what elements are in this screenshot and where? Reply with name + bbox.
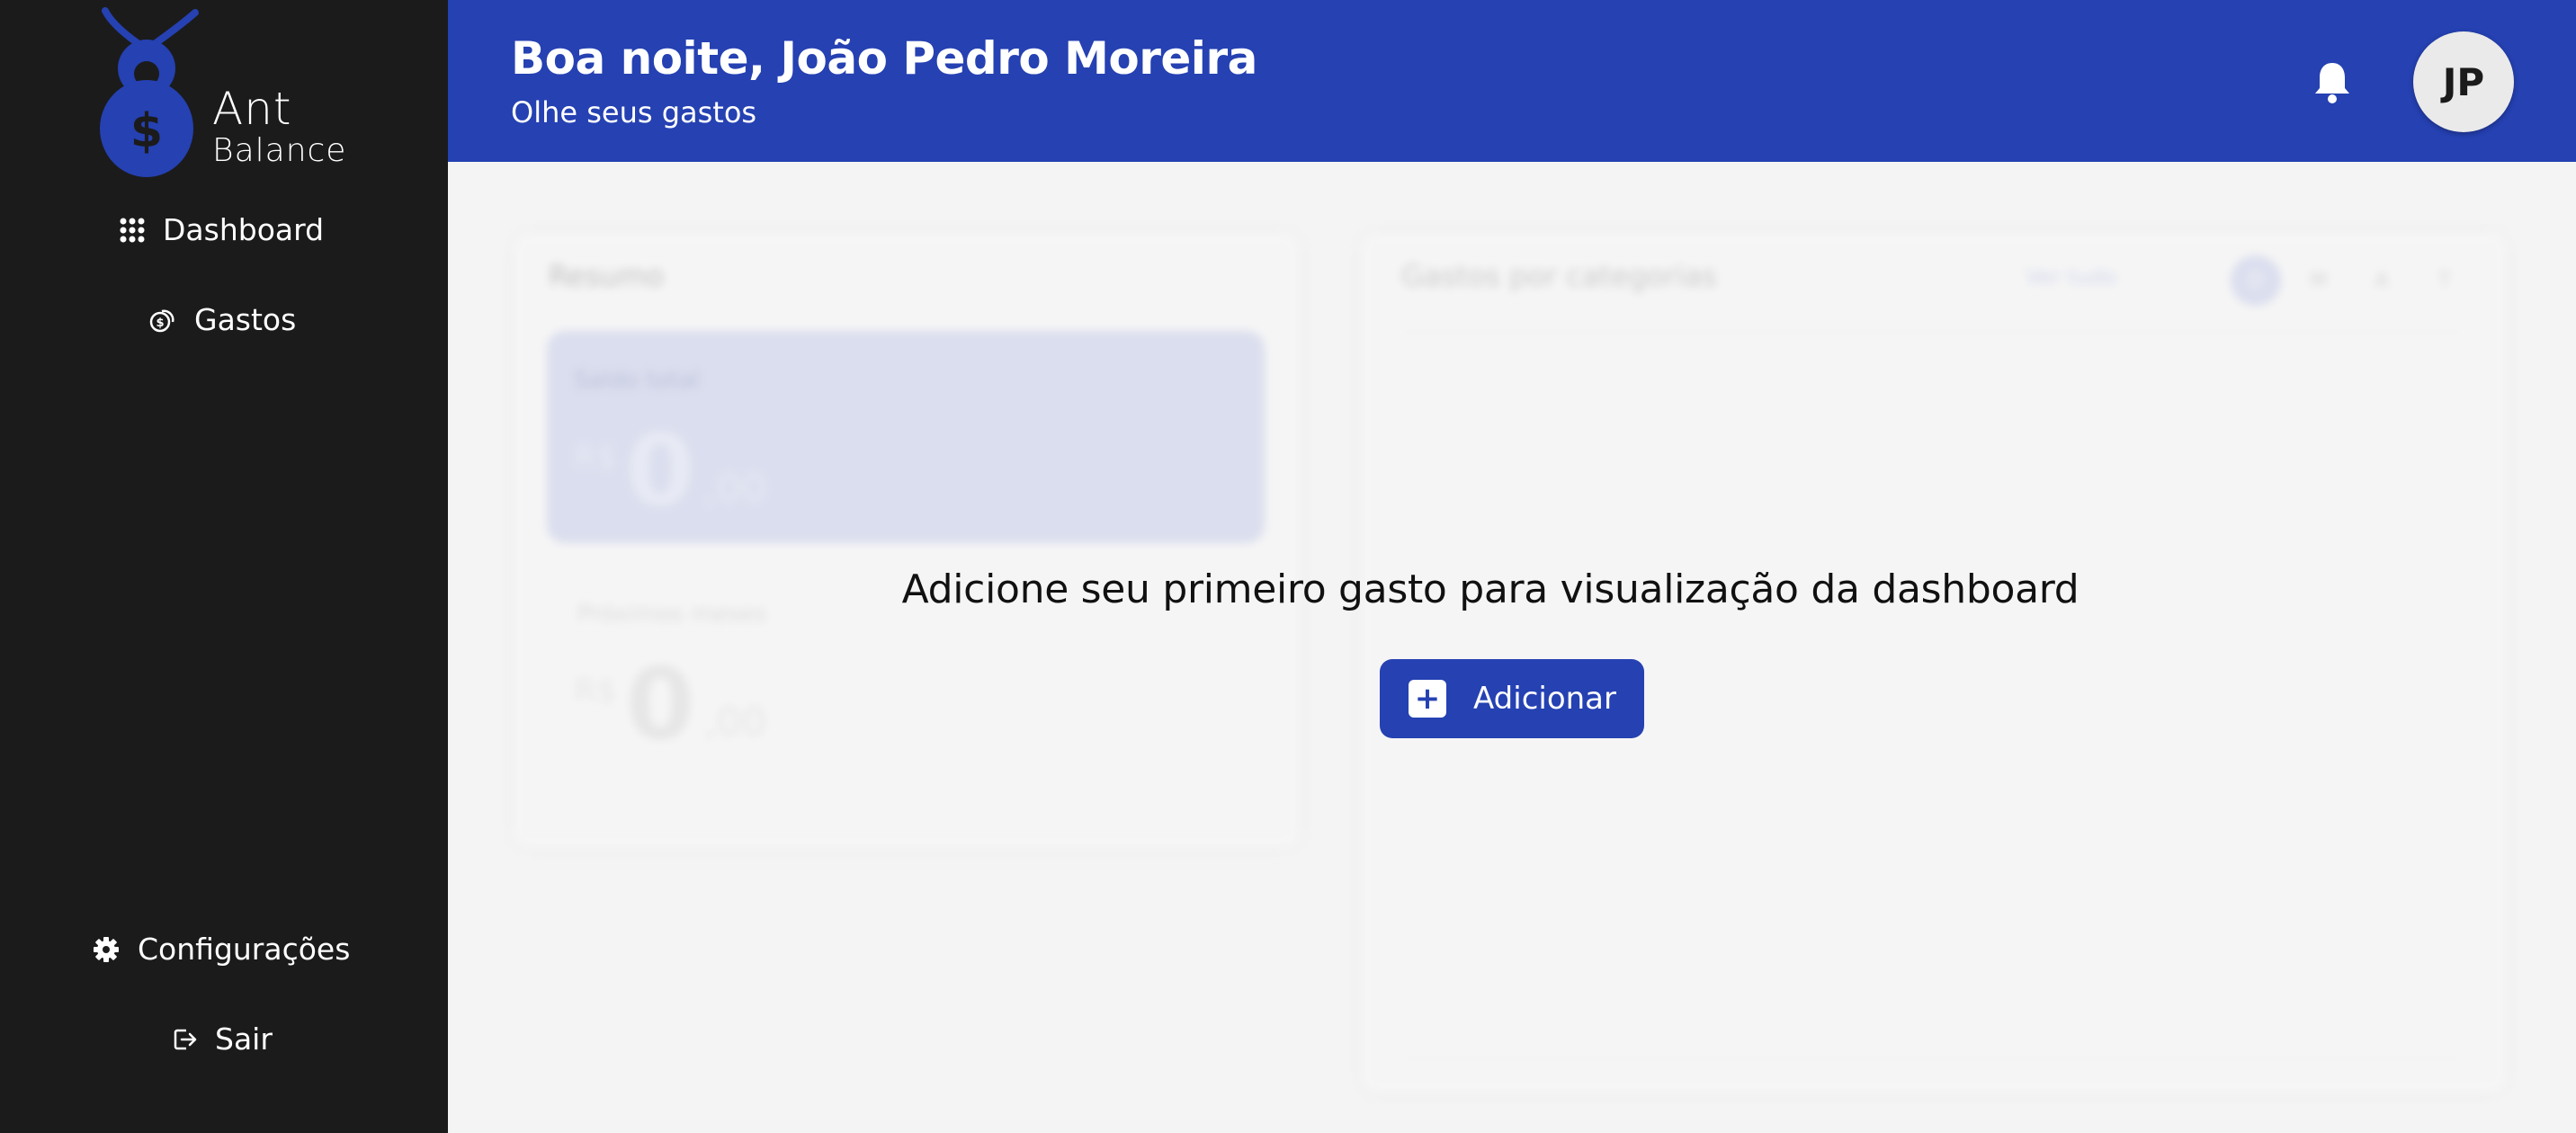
- greeting-title: Boa noite, João Pedro Moreira: [511, 32, 1257, 85]
- saldo-int: 0: [625, 413, 695, 528]
- proximo-int: 0: [625, 647, 695, 762]
- empty-state-message: Adicione seu primeiro gasto para visuali…: [0, 566, 2576, 612]
- greeting-subtitle: Olhe seus gastos: [511, 95, 757, 129]
- sidebar-item-dashboard[interactable]: Dashboard: [120, 212, 324, 247]
- gastos-card-title: Gastos por categorias: [1401, 259, 1717, 293]
- ver-tudo-link[interactable]: Ver tudo: [2026, 264, 2116, 290]
- proximo-currency: R$: [574, 673, 617, 709]
- resumo-card: Resumo Saldo total R$ 0 ,00 Próximos mes…: [513, 232, 1301, 849]
- avatar[interactable]: JP: [2413, 31, 2514, 132]
- sidebar-item-sair[interactable]: Sair: [172, 1021, 273, 1057]
- sidebar-item-label: Gastos: [194, 302, 297, 337]
- sidebar-item-label: Configurações: [138, 932, 351, 967]
- top-header: Boa noite, João Pedro Moreira Olhe seus …: [448, 0, 2576, 162]
- saldo-box: Saldo total R$ 0 ,00: [547, 331, 1265, 543]
- add-button-label: Adicionar: [1473, 681, 1616, 717]
- brand-line2: Balance: [212, 132, 347, 169]
- bell-icon[interactable]: [2312, 59, 2353, 104]
- period-option[interactable]: D: [2231, 255, 2281, 306]
- proximo-value: R$ 0 ,00: [574, 655, 766, 754]
- proximo-dec: ,00: [703, 700, 767, 745]
- sidebar-item-configuracoes[interactable]: Configurações: [93, 932, 350, 967]
- grid-icon: [120, 218, 145, 242]
- plus-icon: +: [1409, 680, 1446, 718]
- brand-name: Ant Balance: [212, 86, 346, 167]
- sidebar-item-label: Dashboard: [163, 212, 325, 247]
- saldo-value: R$ 0 ,00: [574, 421, 766, 520]
- sidebar-item-label: Sair: [215, 1021, 273, 1057]
- saldo-label: Saldo total: [574, 367, 700, 394]
- add-expense-button[interactable]: + Adicionar: [1380, 659, 1644, 738]
- saldo-currency: R$: [574, 439, 617, 476]
- coins-icon: $: [149, 309, 174, 332]
- svg-text:$: $: [130, 104, 163, 158]
- empty-state-text: Adicione seu primeiro gasto para visuali…: [901, 566, 2080, 612]
- gear-icon: [94, 936, 119, 962]
- resumo-title: Resumo: [549, 259, 665, 293]
- saldo-dec: ,00: [703, 466, 767, 512]
- period-option[interactable]: A: [2357, 255, 2407, 306]
- brand-line1: Ant: [212, 83, 292, 135]
- period-option[interactable]: M: [2294, 255, 2344, 306]
- sidebar-item-gastos[interactable]: $ Gastos: [149, 302, 296, 337]
- svg-text:$: $: [156, 317, 164, 330]
- logout-icon: [174, 1029, 197, 1049]
- period-option[interactable]: T: [2419, 255, 2470, 306]
